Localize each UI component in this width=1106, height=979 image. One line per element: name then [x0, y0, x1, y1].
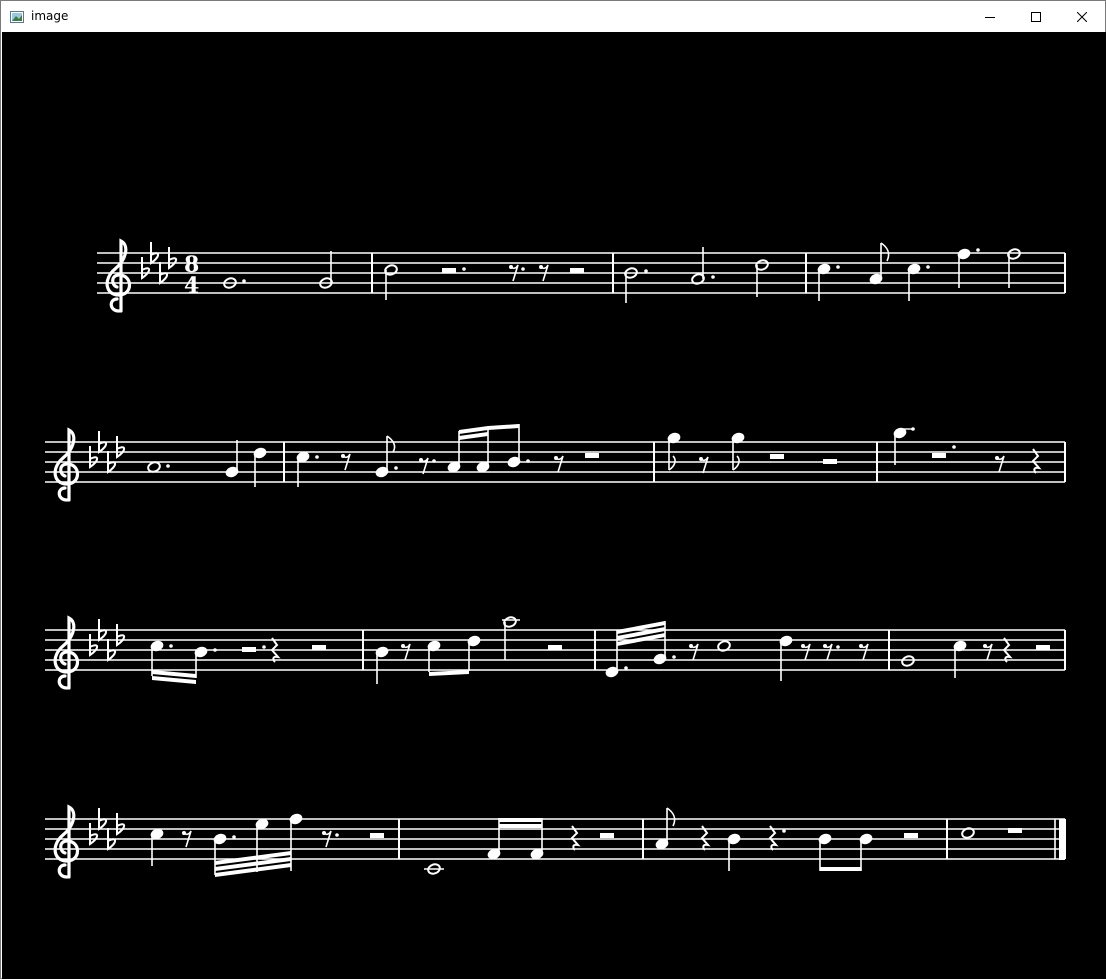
- image-window-icon: [10, 9, 24, 23]
- dot-4: [644, 269, 648, 273]
- rest-11: [823, 459, 837, 464]
- beam-14: [499, 824, 542, 828]
- dot-16: [394, 466, 398, 470]
- rest-2-dot: [509, 265, 513, 269]
- close-button[interactable]: [1059, 1, 1105, 32]
- rest-23-dot: [859, 644, 863, 648]
- rest-6-dot: [419, 458, 423, 462]
- dot-r12: [952, 445, 956, 449]
- close-icon: [1077, 11, 1087, 22]
- time-signature-bottom: 4: [184, 273, 199, 299]
- image-canvas: 84: [2, 32, 1106, 979]
- treble-clef-1: [105, 238, 132, 313]
- dot-15: [315, 455, 319, 459]
- beam-15: [820, 867, 861, 871]
- beam-6: [429, 670, 469, 676]
- minimize-button[interactable]: [967, 1, 1013, 32]
- dot-1: [242, 279, 246, 283]
- rest-8: [585, 453, 599, 458]
- window-title: image: [31, 9, 69, 23]
- beam-3: [488, 424, 519, 430]
- maximize-button[interactable]: [1013, 1, 1059, 32]
- dot-r2: [521, 267, 525, 271]
- rest-31: [600, 833, 614, 838]
- rest-18-dot: [401, 644, 405, 648]
- flat-sign-4-1: [89, 823, 99, 846]
- rest-20-dot: [689, 644, 693, 648]
- flag-8: [880, 242, 890, 262]
- dot-19: [526, 459, 530, 463]
- dot-r15: [262, 645, 266, 649]
- rest-7-dot: [554, 456, 558, 460]
- flat-sign-1-4: [168, 247, 178, 270]
- dot-7: [836, 265, 840, 269]
- rest-22-dot: [823, 644, 827, 648]
- flag-20: [668, 455, 676, 471]
- dot-36: [232, 835, 236, 839]
- treble-clef-4: [53, 804, 80, 879]
- rest-13-dot: [995, 456, 999, 460]
- rest-28-dot: [322, 831, 326, 835]
- rest-29: [370, 833, 384, 838]
- dot-r28: [335, 833, 339, 837]
- treble-clef-2: [53, 427, 80, 502]
- rest-12: [932, 453, 946, 458]
- rest-27-dot: [182, 831, 186, 835]
- final-barline: [1059, 819, 1065, 860]
- flat-sign-3-4: [116, 624, 126, 647]
- rest-15: [242, 647, 256, 652]
- rest-19: [548, 645, 562, 650]
- flat-sign-2-4: [116, 436, 126, 459]
- dot-29: [624, 666, 628, 670]
- rest-1: [442, 268, 456, 273]
- rest-21-dot: [801, 644, 805, 648]
- rest-26: [1036, 645, 1050, 650]
- dot-24: [213, 648, 217, 652]
- dot-10: [976, 248, 980, 252]
- rest-17: [312, 645, 326, 650]
- rest-24-dot: [983, 644, 987, 648]
- flag-16: [386, 435, 396, 453]
- dot-r1: [462, 267, 466, 271]
- rest-5-dot: [341, 454, 345, 458]
- dot-9: [926, 265, 930, 269]
- rest-35: [1008, 828, 1022, 833]
- minimize-icon: [985, 16, 995, 18]
- note-33: [901, 655, 915, 667]
- beam-13: [499, 818, 542, 822]
- flag-42: [666, 807, 676, 827]
- flat-sign-4-4: [116, 813, 126, 836]
- flat-sign-3-1: [89, 634, 99, 657]
- maximize-icon: [1031, 11, 1041, 22]
- flat-sign-1-1: [141, 257, 151, 280]
- rest-3-dot: [539, 265, 543, 269]
- rest-34: [904, 833, 918, 838]
- rest-10: [770, 454, 784, 459]
- sheet-music-image: 84: [45, 238, 1066, 879]
- flag-21: [732, 455, 740, 471]
- flat-sign-2-1: [89, 446, 99, 469]
- title-bar[interactable]: image: [1, 1, 1105, 32]
- image-window: image 84: [0, 0, 1106, 979]
- rest-4: [570, 268, 584, 273]
- dot-23: [169, 644, 173, 648]
- dot-30: [672, 655, 676, 659]
- rest-9-dot: [699, 457, 703, 461]
- dot-5: [711, 275, 715, 279]
- dot-r33: [782, 829, 786, 833]
- dot-12: [166, 464, 170, 468]
- treble-clef-3: [53, 615, 80, 690]
- dot-r22: [836, 645, 840, 649]
- dot-r6: [432, 459, 436, 463]
